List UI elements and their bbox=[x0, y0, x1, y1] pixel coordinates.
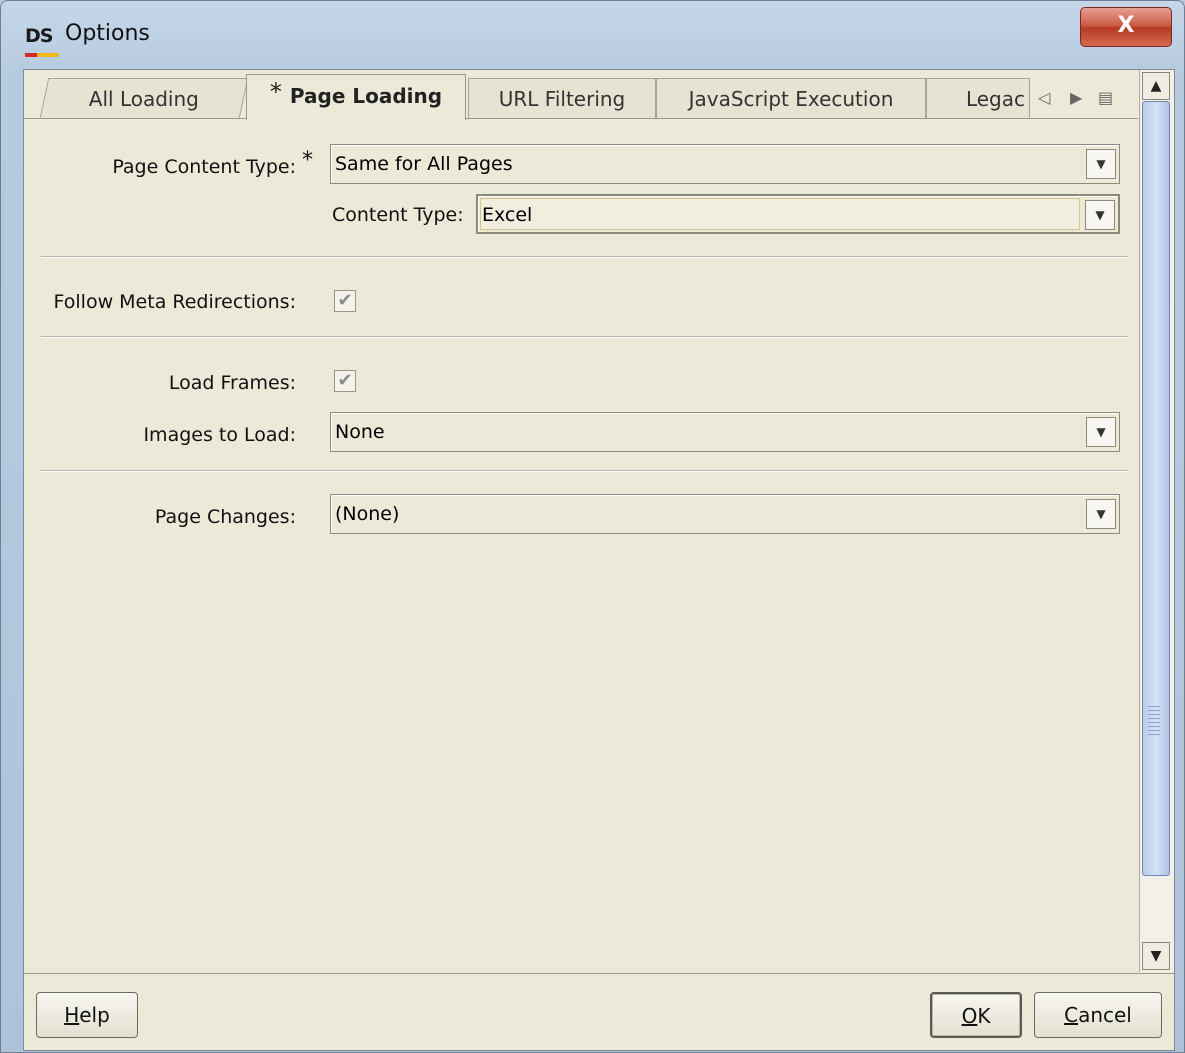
tab-legacy[interactable]: Legac bbox=[926, 78, 1030, 118]
ok-button[interactable]: OK bbox=[930, 992, 1022, 1038]
tab-label: All Loading bbox=[88, 87, 199, 111]
content-type-value: Excel bbox=[482, 204, 533, 226]
tab-list-menu-icon[interactable]: ▤ bbox=[1098, 80, 1113, 116]
section-divider bbox=[41, 256, 1128, 258]
scroll-thumb[interactable] bbox=[1142, 101, 1170, 876]
cancel-mnemonic: C bbox=[1064, 1003, 1079, 1027]
scroll-down-icon[interactable]: ▼ bbox=[1142, 942, 1170, 970]
dialog-footer: Help OK Cancel bbox=[24, 973, 1174, 1051]
images-to-load-value: None bbox=[335, 421, 385, 443]
images-to-load-select[interactable]: None ▼ bbox=[330, 412, 1120, 452]
close-button[interactable]: X bbox=[1080, 7, 1172, 47]
section-divider bbox=[41, 470, 1128, 472]
title-bar: DS Options X bbox=[1, 1, 1184, 67]
cancel-label: ancel bbox=[1078, 1003, 1132, 1027]
app-logo-icon: DS bbox=[25, 25, 59, 57]
tab-javascript-execution[interactable]: JavaScript Execution bbox=[656, 78, 926, 118]
scroll-grip-icon bbox=[1148, 706, 1160, 736]
content-type-label: Content Type: bbox=[332, 204, 464, 226]
page-content-type-label: Page Content Type: bbox=[112, 156, 296, 178]
modified-marker: * bbox=[269, 78, 282, 106]
scroll-up-icon[interactable]: ▲ bbox=[1142, 72, 1170, 100]
chevron-down-icon[interactable]: ▼ bbox=[1086, 417, 1116, 447]
vertical-scrollbar[interactable]: ▲ ▼ bbox=[1139, 70, 1174, 972]
page-content-type-value: Same for All Pages bbox=[335, 153, 513, 175]
tab-scroll-right-icon[interactable]: ▶ bbox=[1070, 80, 1082, 116]
page-changes-label: Page Changes: bbox=[154, 506, 296, 528]
images-to-load-label: Images to Load: bbox=[143, 424, 296, 446]
help-button[interactable]: Help bbox=[36, 992, 138, 1038]
content-type-field bbox=[480, 198, 1080, 230]
tab-strip: All Loading * Page Loading URL Filtering … bbox=[24, 70, 1138, 120]
follow-meta-redirections-checkbox[interactable]: ✔ bbox=[334, 290, 356, 312]
follow-meta-redirections-label: Follow Meta Redirections: bbox=[53, 291, 296, 313]
tab-url-filtering[interactable]: URL Filtering bbox=[468, 78, 656, 118]
page-content-type-select[interactable]: Same for All Pages ▼ bbox=[330, 144, 1120, 184]
cancel-button[interactable]: Cancel bbox=[1034, 992, 1162, 1038]
tab-label: Legac bbox=[965, 87, 1025, 111]
content-type-select[interactable]: Excel ▼ bbox=[476, 194, 1120, 234]
load-frames-checkbox[interactable]: ✔ bbox=[334, 370, 356, 392]
tab-scroll-left-icon[interactable]: ◁ bbox=[1038, 80, 1050, 116]
tab-page-loading[interactable]: * Page Loading bbox=[246, 74, 466, 120]
help-label: elp bbox=[79, 1003, 110, 1027]
chevron-down-icon[interactable]: ▼ bbox=[1086, 499, 1116, 529]
tab-label: Page Loading bbox=[289, 84, 443, 108]
tab-label: URL Filtering bbox=[498, 87, 626, 111]
page-changes-select[interactable]: (None) ▼ bbox=[330, 494, 1120, 534]
chevron-down-icon[interactable]: ▼ bbox=[1086, 149, 1116, 179]
ok-label: K bbox=[977, 1004, 991, 1028]
tab-all-loading[interactable]: All Loading bbox=[39, 78, 249, 118]
ok-mnemonic: O bbox=[961, 1004, 978, 1028]
page-loading-panel: Page Content Type: * Same for All Pages … bbox=[24, 120, 1138, 972]
load-frames-label: Load Frames: bbox=[168, 372, 296, 394]
options-dialog: DS Options X All Loading * Page Loading U… bbox=[0, 0, 1185, 1053]
dialog-content: All Loading * Page Loading URL Filtering … bbox=[23, 69, 1175, 1051]
window-title: Options bbox=[65, 21, 150, 46]
required-marker: * bbox=[302, 148, 313, 173]
help-mnemonic: H bbox=[64, 1003, 80, 1027]
page-changes-value: (None) bbox=[335, 503, 400, 525]
tab-label: JavaScript Execution bbox=[688, 87, 894, 111]
chevron-down-icon[interactable]: ▼ bbox=[1085, 200, 1115, 230]
section-divider bbox=[41, 336, 1128, 338]
